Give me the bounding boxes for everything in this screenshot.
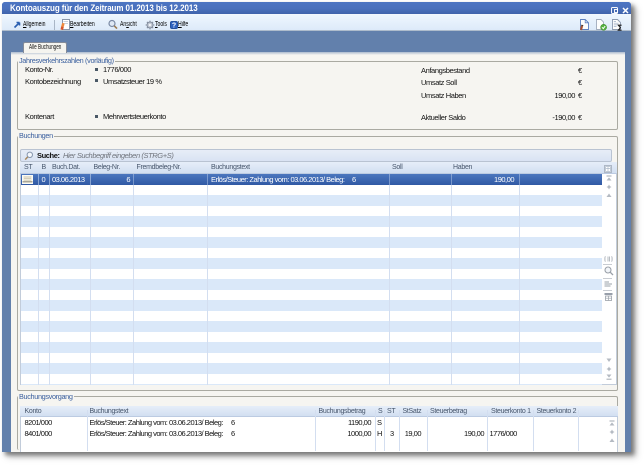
svg-text:?: ? — [171, 23, 175, 30]
